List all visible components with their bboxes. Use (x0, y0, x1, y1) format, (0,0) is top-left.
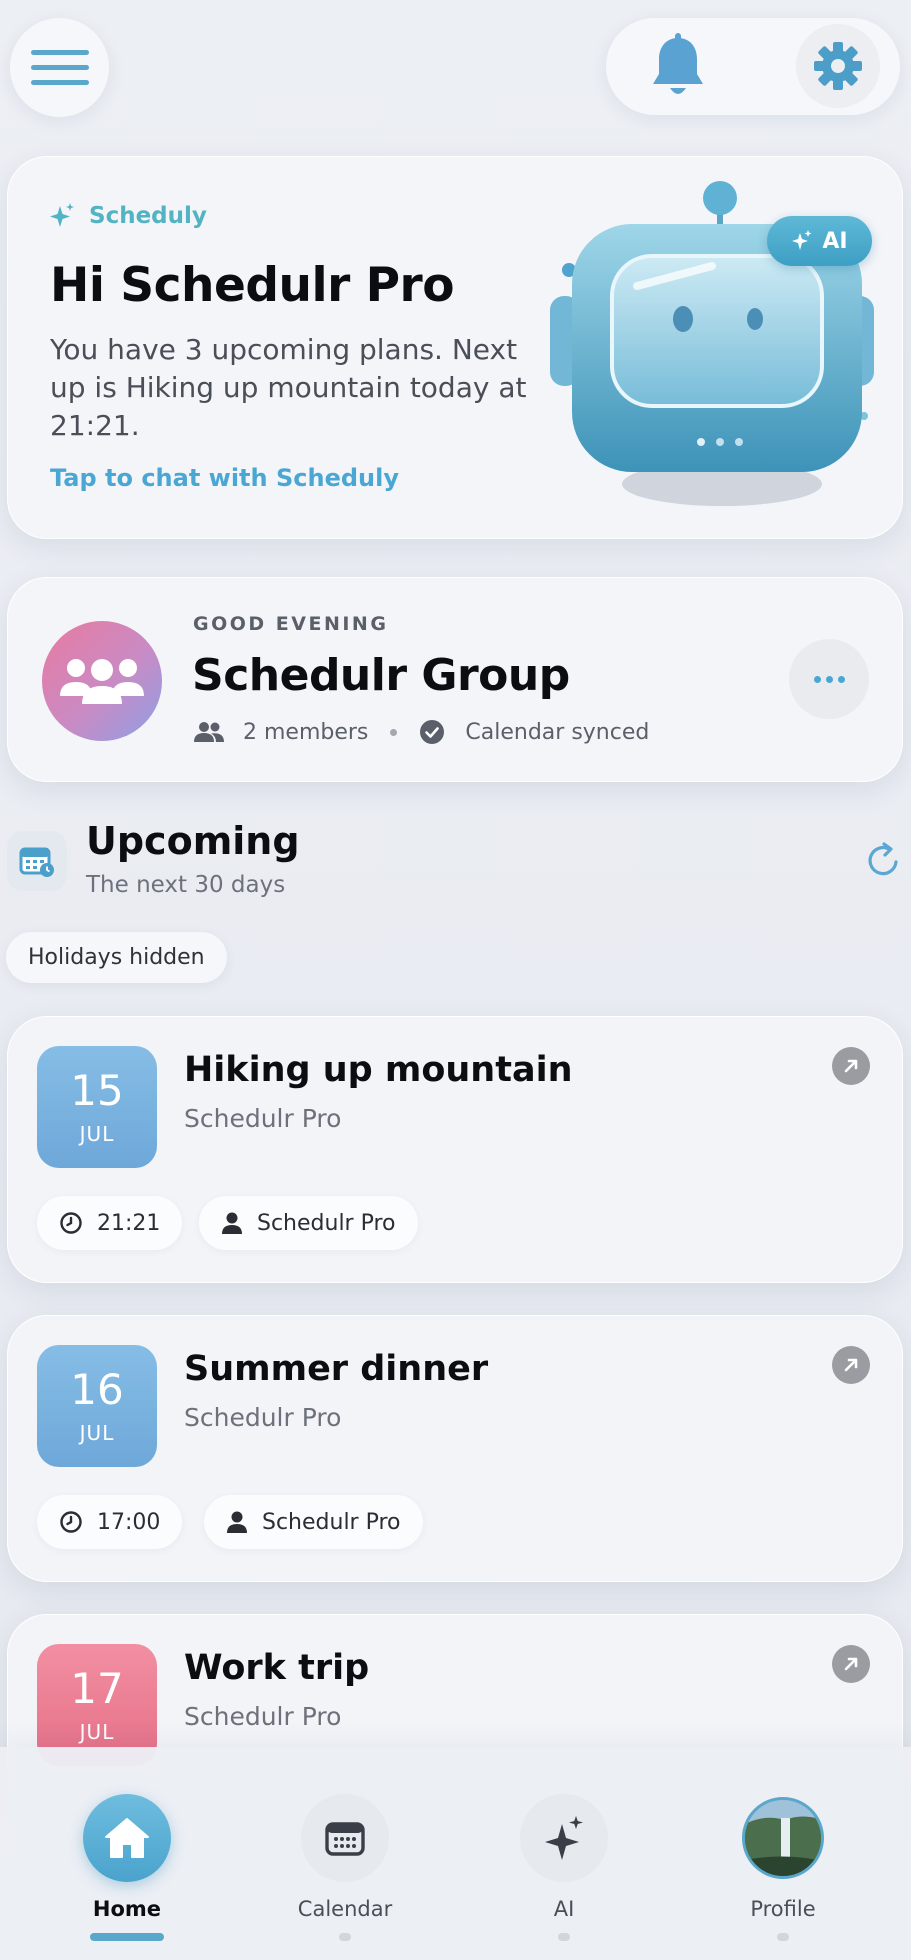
event-title: Summer dinner (184, 1349, 489, 1389)
menu-button[interactable] (10, 18, 109, 117)
chat-link[interactable]: Tap to chat with Scheduly (50, 464, 399, 492)
arrow-up-right-icon (844, 1657, 858, 1671)
open-event-button[interactable] (832, 1645, 870, 1683)
top-actions (606, 18, 900, 115)
nav-calendar[interactable]: Calendar (245, 1747, 445, 1960)
arrow-up-right-icon (844, 1358, 858, 1372)
settings-button[interactable] (796, 24, 880, 108)
open-event-button[interactable] (832, 1346, 870, 1384)
group-avatar (42, 621, 162, 741)
time-chip: 21:21 (37, 1196, 183, 1250)
bottom-navigation: Home Calendar AI Profile (0, 1747, 911, 1960)
group-name: Schedulr Group (192, 650, 570, 701)
refresh-icon[interactable] (864, 840, 904, 880)
event-time: 17:00 (97, 1509, 161, 1535)
sparkle-icon (50, 203, 74, 227)
ai-badge-label: AI (822, 228, 848, 254)
sync-status: Calendar synced (465, 719, 650, 745)
event-title: Work trip (184, 1648, 370, 1688)
date-month: JUL (79, 1421, 115, 1445)
date-day: 15 (70, 1066, 124, 1115)
date-tile: 16 JUL (37, 1345, 157, 1467)
date-month: JUL (79, 1122, 115, 1146)
event-person: Schedulr Pro (262, 1509, 401, 1535)
person-chip: Schedulr Pro (199, 1196, 418, 1250)
brand-label: Scheduly (89, 203, 207, 229)
gear-icon (814, 42, 862, 90)
waterfall-photo (745, 1800, 821, 1876)
more-options-button[interactable] (789, 639, 869, 719)
profile-avatar (742, 1797, 824, 1879)
clock-icon (60, 1212, 82, 1234)
event-owner: Schedulr Pro (184, 1104, 342, 1133)
person-icon (222, 1212, 242, 1234)
greeting-summary: You have 3 upcoming plans. Next up is Hi… (50, 333, 527, 442)
group-card[interactable]: GOOD EVENING Schedulr Group 2 members Ca… (7, 577, 903, 782)
nav-label: Calendar (297, 1897, 393, 1921)
date-tile: 15 JUL (37, 1046, 157, 1168)
arrow-up-right-icon (844, 1059, 858, 1073)
person-icon (227, 1511, 247, 1533)
event-owner: Schedulr Pro (184, 1702, 342, 1731)
nav-label: AI (553, 1897, 575, 1921)
nav-indicator (339, 1933, 351, 1941)
nav-ai[interactable]: AI (464, 1747, 664, 1960)
home-icon (105, 1818, 149, 1858)
time-chip: 17:00 (37, 1495, 183, 1549)
group-meta: 2 members Calendar synced (193, 719, 649, 745)
assistant-hero-card[interactable]: Scheduly Hi Schedulr Pro You have 3 upco… (7, 156, 903, 539)
greeting-title: Hi Schedulr Pro (50, 258, 455, 313)
brand-row: Scheduly (49, 202, 207, 230)
calendar-icon (325, 1822, 365, 1856)
person-chip: Schedulr Pro (204, 1495, 423, 1549)
date-month: JUL (79, 1720, 115, 1744)
section-subtitle: The next 30 days (86, 872, 286, 898)
event-card[interactable]: 15 JUL Hiking up mountain Schedulr Pro 2… (7, 1016, 903, 1283)
open-event-button[interactable] (832, 1047, 870, 1085)
event-title: Hiking up mountain (184, 1050, 573, 1090)
bell-icon[interactable] (648, 32, 708, 102)
section-title: Upcoming (86, 819, 300, 863)
event-owner: Schedulr Pro (184, 1403, 342, 1432)
nav-profile[interactable]: Profile (683, 1747, 883, 1960)
members-icon (194, 722, 224, 742)
group-people-icon (60, 659, 144, 704)
date-day: 16 (70, 1365, 124, 1414)
clock-icon (60, 1511, 82, 1533)
more-icon (813, 675, 821, 683)
nav-label: Home (92, 1897, 162, 1921)
event-time: 21:21 (97, 1210, 161, 1236)
sparkle-icon (792, 230, 812, 250)
nav-indicator (558, 1933, 570, 1941)
sparkle-icon (545, 1816, 583, 1860)
separator-dot (390, 728, 398, 736)
members-count: 2 members (243, 719, 369, 745)
event-card[interactable]: 16 JUL Summer dinner Schedulr Pro 17:00 … (7, 1315, 903, 1582)
calendar-badge (7, 831, 67, 891)
ai-badge[interactable]: AI (767, 216, 872, 266)
event-person: Schedulr Pro (257, 1210, 396, 1236)
check-circle-icon (420, 720, 445, 744)
calendar-clock-icon (19, 847, 54, 877)
date-day: 17 (70, 1664, 124, 1713)
greeting-eyebrow: GOOD EVENING (193, 613, 389, 635)
nav-home[interactable]: Home (27, 1747, 227, 1960)
nav-indicator (90, 1933, 164, 1941)
nav-indicator (777, 1933, 789, 1941)
hamburger-icon (30, 50, 89, 55)
nav-label: Profile (750, 1897, 816, 1921)
holidays-filter-pill[interactable]: Holidays hidden (6, 932, 227, 983)
